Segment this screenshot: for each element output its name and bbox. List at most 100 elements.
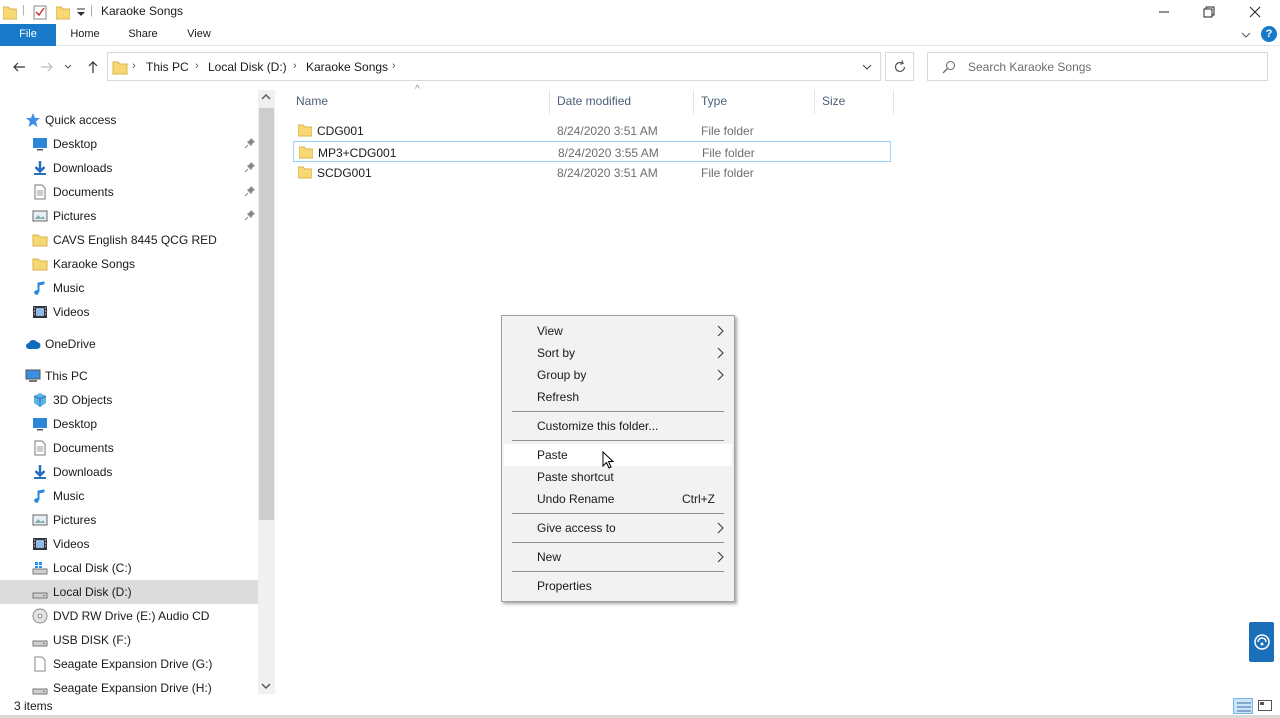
minimize-button[interactable] [1141, 0, 1187, 24]
address-history-chevron-icon[interactable] [862, 63, 872, 71]
tab-file[interactable]: File [0, 24, 56, 46]
nav-item[interactable]: Karaoke Songs [0, 252, 258, 276]
nav-item-label: Documents [53, 441, 114, 455]
expand-ribbon-icon[interactable] [1241, 31, 1251, 39]
nav-item[interactable]: Pictures [0, 508, 258, 532]
nav-item[interactable]: Music [0, 484, 258, 508]
help-button[interactable]: ? [1261, 26, 1277, 42]
cube-icon [33, 393, 47, 407]
scroll-up-icon[interactable] [261, 93, 271, 101]
details-view-button[interactable] [1233, 698, 1253, 714]
nav-item-label: Downloads [53, 161, 113, 175]
nav-item[interactable]: Desktop [0, 412, 258, 436]
nav-item[interactable]: Seagate Expansion Drive (G:) [0, 652, 258, 676]
up-button[interactable] [84, 58, 102, 76]
nav-item[interactable]: DVD RW Drive (E:) Audio CD [0, 604, 258, 628]
column-divider[interactable] [693, 90, 694, 114]
nav-item[interactable]: CAVS English 8445 QCG RED [0, 228, 258, 252]
restore-button[interactable] [1186, 0, 1232, 24]
table-row[interactable]: MP3+CDG001 8/24/2020 3:55 AM File folder [293, 141, 891, 162]
music-icon [34, 281, 45, 295]
large-icons-view-icon [1258, 700, 1272, 711]
properties-icon[interactable] [33, 4, 47, 20]
nav-item-label: OneDrive [45, 337, 96, 351]
scroll-down-icon[interactable] [261, 682, 271, 690]
tab-share[interactable]: Share [118, 24, 168, 46]
tab-view[interactable]: View [176, 24, 222, 46]
breadcrumb-separator: › [392, 60, 396, 72]
nav-item-label: Local Disk (D:) [53, 585, 132, 599]
menu-item-properties[interactable]: Properties [504, 575, 732, 597]
large-icons-view-button[interactable] [1256, 698, 1276, 714]
menu-item-view[interactable]: View [504, 320, 732, 342]
folder-icon[interactable] [3, 4, 17, 20]
nav-item-label: Local Disk (C:) [53, 561, 132, 575]
forward-button[interactable] [38, 58, 56, 76]
blank-drive-icon [34, 656, 46, 672]
menu-item-shortcut: Ctrl+Z [682, 492, 715, 506]
nav-item[interactable]: USB DISK (F:) [0, 628, 258, 652]
menu-item-label: Properties [537, 579, 592, 593]
download-icon [34, 465, 46, 479]
menu-item-paste[interactable]: Paste [504, 444, 732, 466]
nav-item[interactable]: Videos [0, 300, 258, 324]
nav-item[interactable]: Pictures [0, 204, 258, 228]
nav-item[interactable]: Music [0, 276, 258, 300]
back-button[interactable] [10, 58, 28, 76]
nav-scrollbar-thumb[interactable] [259, 108, 274, 520]
nav-item[interactable]: Local Disk (D:) [0, 580, 258, 604]
menu-item-new[interactable]: New [504, 546, 732, 568]
customize-dropdown-icon[interactable] [76, 8, 86, 18]
tab-home[interactable]: Home [60, 24, 110, 46]
table-row[interactable]: CDG001 8/24/2020 3:51 AM File folder [293, 120, 891, 141]
close-button[interactable] [1232, 0, 1278, 24]
menu-item-give-access-to[interactable]: Give access to [504, 517, 732, 539]
nav-item-label: Music [53, 281, 85, 295]
recent-locations-button[interactable] [62, 58, 74, 76]
menu-item-refresh[interactable]: Refresh [504, 386, 732, 408]
nav-item[interactable]: Documents [0, 180, 258, 204]
column-header-size[interactable]: Size [822, 94, 845, 108]
floating-widget-button[interactable] [1249, 622, 1274, 662]
nav-item[interactable]: Documents [0, 436, 258, 460]
address-bar[interactable]: › This PC › Local Disk (D:) › Karaoke So… [107, 52, 881, 81]
table-row[interactable]: SCDG001 8/24/2020 3:51 AM File folder [293, 162, 891, 183]
nav-item[interactable]: Quick access [0, 108, 258, 132]
nav-item[interactable]: OneDrive [0, 332, 258, 356]
video-icon [33, 306, 47, 318]
breadcrumb-local-disk-d[interactable]: Local Disk (D:) [208, 60, 287, 74]
download-icon [34, 161, 46, 175]
nav-item-label: Pictures [53, 209, 97, 223]
breadcrumb-karaoke-songs[interactable]: Karaoke Songs [306, 60, 388, 74]
nav-item[interactable]: Downloads [0, 460, 258, 484]
column-divider[interactable] [893, 90, 894, 114]
toolbar-separator: | [22, 4, 25, 16]
column-header-name[interactable]: Name [296, 94, 328, 108]
column-header-type[interactable]: Type [701, 94, 727, 108]
nav-item[interactable]: This PC [0, 364, 258, 388]
column-divider[interactable] [549, 90, 550, 114]
sort-ascending-icon: ^ [415, 84, 420, 95]
pin-icon [244, 138, 255, 149]
menu-item-customize-this-folder[interactable]: Customize this folder... [504, 415, 732, 437]
column-header-date-modified[interactable]: Date modified [557, 94, 631, 108]
menu-item-sort-by[interactable]: Sort by [504, 342, 732, 364]
new-folder-icon[interactable] [56, 4, 70, 20]
back-arrow-icon [13, 62, 25, 72]
menu-item-undo-rename[interactable]: Undo Rename Ctrl+Z [504, 488, 732, 510]
nav-item[interactable]: Downloads [0, 156, 258, 180]
nav-item[interactable]: Desktop [0, 132, 258, 156]
nav-item[interactable]: 3D Objects [0, 388, 258, 412]
search-box[interactable]: Search Karaoke Songs [927, 52, 1268, 81]
folder-icon [32, 234, 48, 247]
nav-item[interactable]: Local Disk (C:) [0, 556, 258, 580]
signal-icon [1254, 634, 1270, 650]
menu-item-paste-shortcut[interactable]: Paste shortcut [504, 466, 732, 488]
refresh-button[interactable] [885, 52, 914, 81]
navigation-pane: Quick access Desktop Downloads Documents Pic… [0, 90, 275, 696]
column-divider[interactable] [814, 90, 815, 114]
nav-item-label: Videos [53, 305, 90, 319]
breadcrumb-this-pc[interactable]: This PC [146, 60, 189, 74]
nav-item[interactable]: Videos [0, 532, 258, 556]
menu-item-group-by[interactable]: Group by [504, 364, 732, 386]
